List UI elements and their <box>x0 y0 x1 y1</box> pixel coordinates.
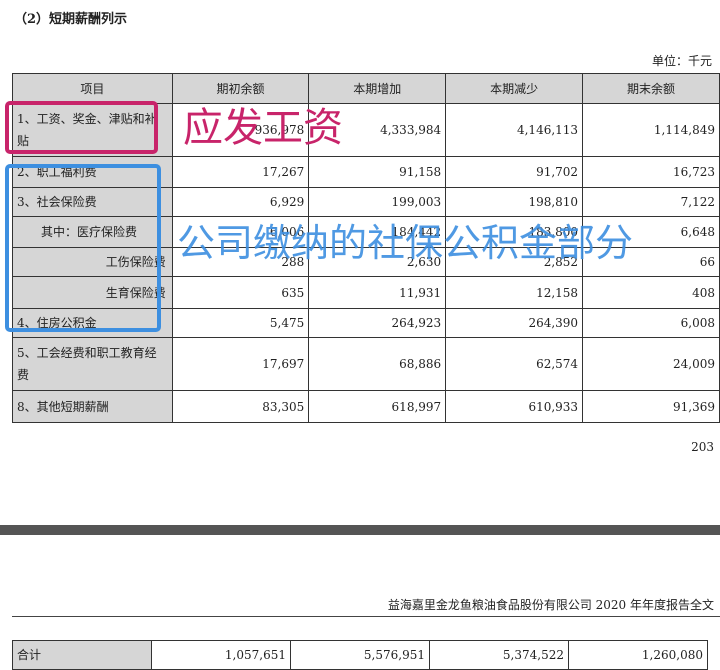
cell-dec: 198,810 <box>445 187 584 217</box>
cell-close: 1,114,849 <box>582 103 720 157</box>
cell-close: 7,122 <box>582 187 720 217</box>
header-item: 项目 <box>12 73 173 104</box>
cell-open: 635 <box>171 276 310 309</box>
cell-open: 5,475 <box>171 308 310 338</box>
cell-dec: 91,702 <box>445 156 584 188</box>
cell-dec: 12,158 <box>445 276 584 309</box>
total-dec: 5,374,522 <box>429 640 569 670</box>
contrib-annotation: 公司缴纳的社保公积金部分 <box>177 221 634 265</box>
row-item-label: 5、工会经费和职工教育经费 <box>12 337 173 391</box>
cell-inc: 11,931 <box>308 276 447 309</box>
page-number: 203 <box>691 440 714 454</box>
total-table: 合计 1,057,651 5,576,951 5,374,522 1,260,0… <box>12 640 708 670</box>
footer-rule <box>12 616 720 617</box>
cell-close: 91,369 <box>582 390 720 423</box>
gross-pay-highlight-box <box>5 101 158 154</box>
cell-close: 6,008 <box>582 308 720 338</box>
report-footer: 益海嘉里金龙鱼粮油食品股份有限公司 2020 年年度报告全文 <box>387 598 714 612</box>
row-item-label: 8、其他短期薪酬 <box>12 390 173 423</box>
contrib-highlight-box <box>5 164 161 332</box>
header-inc: 本期增加 <box>308 73 447 104</box>
cell-inc: 199,003 <box>308 187 447 217</box>
total-label: 合计 <box>12 640 152 670</box>
cell-inc: 68,886 <box>308 337 447 391</box>
gross-pay-annotation: 应发工资 <box>183 105 343 151</box>
cell-inc: 618,997 <box>308 390 447 423</box>
header-dec: 本期减少 <box>445 73 584 104</box>
cell-inc: 264,923 <box>308 308 447 338</box>
cell-close: 408 <box>582 276 720 309</box>
cell-inc: 91,158 <box>308 156 447 188</box>
cell-open: 17,697 <box>171 337 310 391</box>
total-row: 合计 1,057,651 5,576,951 5,374,522 1,260,0… <box>12 640 708 670</box>
cell-close: 24,009 <box>582 337 720 391</box>
cell-open: 83,305 <box>171 390 310 423</box>
section-title: （2）短期薪酬列示 <box>14 12 128 27</box>
table-row: 5、工会经费和职工教育经费 17,697 68,886 62,574 24,009 <box>12 337 720 391</box>
cell-open: 6,929 <box>171 187 310 217</box>
cell-open: 17,267 <box>171 156 310 188</box>
cell-dec: 4,146,113 <box>445 103 584 157</box>
table-header-row: 项目 期初余额 本期增加 本期减少 期末余额 <box>12 73 720 104</box>
cell-close: 16,723 <box>582 156 720 188</box>
total-close: 1,260,080 <box>568 640 708 670</box>
cell-dec: 62,574 <box>445 337 584 391</box>
header-close: 期末余额 <box>582 73 720 104</box>
total-open: 1,057,651 <box>151 640 291 670</box>
unit-label: 单位：千元 <box>651 54 712 68</box>
page-separator <box>0 525 720 535</box>
cell-dec: 264,390 <box>445 308 584 338</box>
cell-dec: 610,933 <box>445 390 584 423</box>
table-row: 8、其他短期薪酬 83,305 618,997 610,933 91,369 <box>12 390 720 423</box>
total-inc: 5,576,951 <box>290 640 430 670</box>
header-open: 期初余额 <box>171 73 310 104</box>
